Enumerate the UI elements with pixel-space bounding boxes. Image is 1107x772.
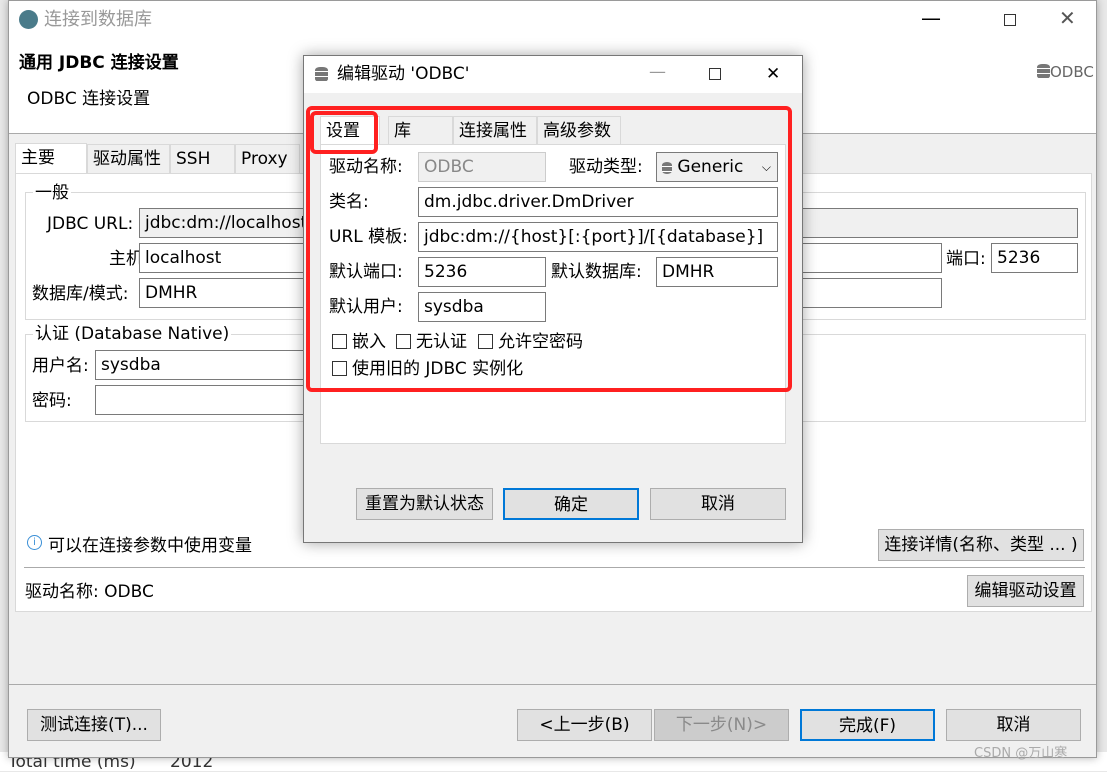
window-title: 连接到数据库	[44, 9, 152, 30]
watermark: CSDN @万山寒	[974, 746, 1068, 761]
tab-ssh[interactable]: SSH	[170, 144, 235, 174]
dialog-title: 编辑驱动 'ODBC'	[337, 64, 470, 84]
user-field[interactable]: sysdba	[95, 350, 335, 380]
tab-label: Proxy	[241, 149, 288, 169]
database-icon	[315, 67, 328, 82]
tab-label: SSH	[176, 149, 211, 169]
tab-label: 驱动属性	[93, 149, 161, 169]
dialog-cancel-button[interactable]: 取消	[650, 488, 786, 520]
minimize-button[interactable]: —	[921, 7, 941, 29]
info-icon: i	[27, 535, 42, 550]
user-label: 用户名:	[32, 356, 89, 376]
info-text: 可以在连接参数中使用变量	[48, 536, 252, 556]
tab-driver-properties[interactable]: 驱动属性	[87, 144, 170, 174]
port-field[interactable]: 5236	[991, 243, 1078, 273]
password-label: 密码:	[32, 391, 72, 411]
next-button: 下一步(N)>	[654, 709, 789, 741]
tab-label: 主要	[21, 148, 55, 168]
driver-name-value: ODBC	[104, 582, 154, 602]
cancel-button[interactable]: 取消	[946, 709, 1081, 741]
test-connection-button[interactable]: 测试连接(T)...	[27, 709, 161, 741]
app-icon	[19, 10, 38, 29]
driver-badge-text: ODBC	[1050, 63, 1094, 81]
dialog-minimize-button[interactable]: —	[649, 61, 666, 83]
header-title: 通用 JDBC 连接设置	[19, 53, 179, 73]
tab-main[interactable]: 主要	[15, 143, 87, 173]
connection-details-button[interactable]: 连接详情(名称、类型 ... )	[878, 529, 1084, 561]
dialog-close-button[interactable]: ✕	[766, 63, 780, 85]
general-group-label: 一般	[33, 182, 71, 204]
tab-proxy[interactable]: Proxy	[235, 144, 300, 174]
database-icon	[1037, 64, 1050, 79]
dialog-titlebar: 编辑驱动 'ODBC' — ✕	[304, 56, 802, 93]
port-label: 端口:	[946, 249, 986, 269]
footer-separator	[9, 684, 1096, 685]
driver-badge: ODBC	[1037, 61, 1094, 83]
header-subtitle: ODBC 连接设置	[27, 89, 151, 109]
separator	[24, 567, 1085, 568]
jdbc-url-label: JDBC URL:	[47, 214, 134, 234]
password-field[interactable]	[95, 385, 335, 415]
back-button[interactable]: <上一步(B)	[517, 709, 652, 741]
database-label: 数据库/模式:	[32, 284, 129, 304]
close-button[interactable]: ✕	[1059, 7, 1076, 29]
highlight-box	[306, 106, 792, 392]
driver-name-label: 驱动名称: ODBC	[25, 581, 154, 603]
dialog-maximize-button[interactable]	[709, 68, 721, 80]
auth-group-label: 认证 (Database Native)	[33, 323, 232, 345]
tab-highlight-box	[310, 111, 378, 154]
edit-driver-button[interactable]: 编辑驱动设置	[967, 575, 1084, 607]
finish-button[interactable]: 完成(F)	[800, 709, 935, 741]
maximize-button[interactable]	[1004, 14, 1016, 26]
edit-driver-dialog: 编辑驱动 'ODBC' — ✕ 设置 库 连接属性 高级参数 驱动名称: ODB…	[303, 55, 803, 543]
driver-name-label-text: 驱动名称:	[25, 582, 99, 602]
ok-button[interactable]: 确定	[503, 488, 639, 520]
reset-defaults-button[interactable]: 重置为默认状态	[356, 488, 493, 520]
